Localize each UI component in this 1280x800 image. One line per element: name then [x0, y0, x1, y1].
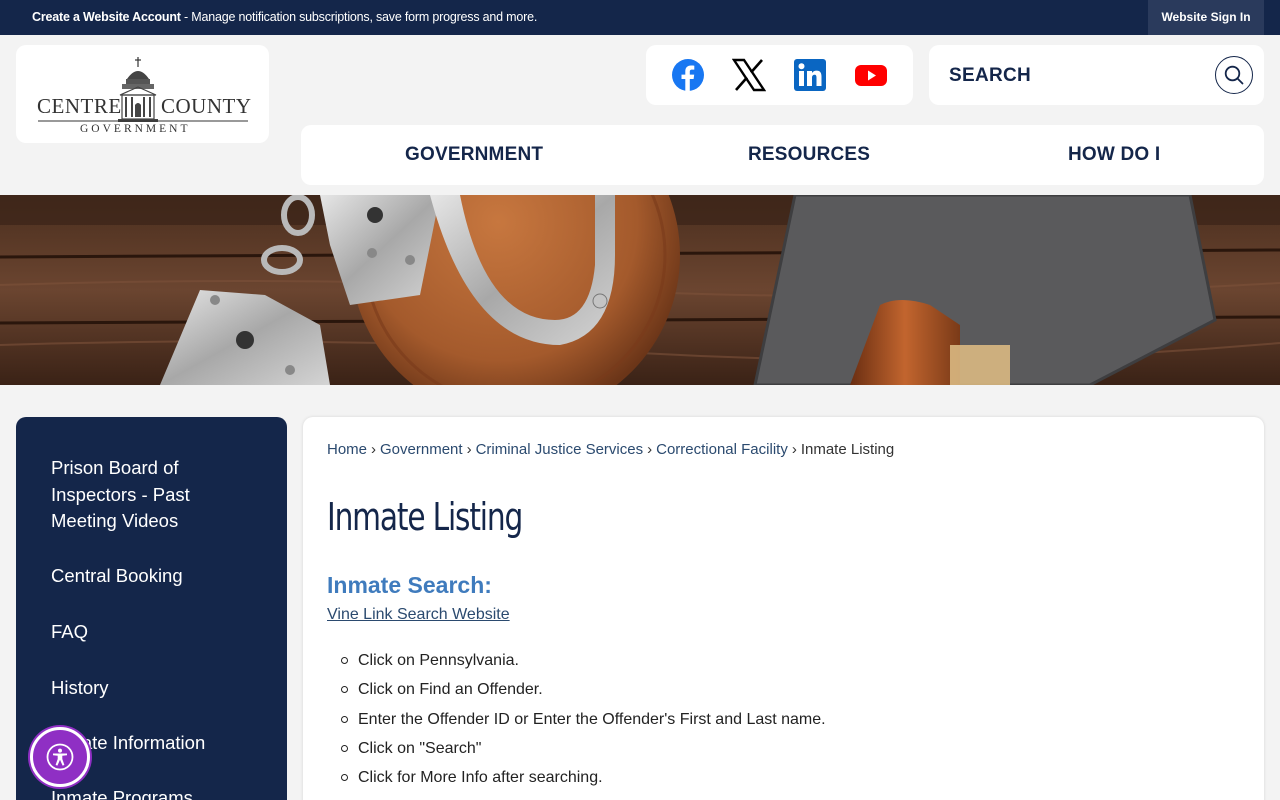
breadcrumb-separator-3: › — [647, 441, 653, 458]
breadcrumb-government[interactable]: Government — [380, 441, 463, 458]
breadcrumb-correctional-facility[interactable]: Correctional Facility — [656, 441, 788, 458]
linkedin-icon[interactable] — [793, 58, 827, 92]
website-sign-in-button[interactable]: Website Sign In — [1148, 0, 1264, 35]
list-item: Enter the Offender ID or Enter the Offen… — [341, 710, 826, 739]
site-logo[interactable]: CENTRE COUNTY GOVERNMENT — [16, 45, 269, 143]
account-message: Create a Website Account - Manage notifi… — [32, 10, 537, 24]
search-button[interactable] — [1215, 56, 1253, 94]
courthouse-logo-icon: CENTRE COUNTY GOVERNMENT — [37, 57, 252, 135]
list-item: Click on Pennsylvania. — [341, 651, 826, 680]
handcuffs-gavel-image — [0, 195, 1280, 385]
logo-name-left: CENTRE — [37, 94, 122, 118]
page-title: Inmate Listing — [327, 495, 523, 539]
facebook-icon[interactable] — [671, 58, 705, 92]
search-input[interactable]: SEARCH — [949, 65, 1031, 87]
list-item: Click on "Search" — [341, 739, 826, 768]
sidebar-item-history[interactable]: History — [51, 675, 251, 702]
nav-item-how-do-i[interactable]: HOW DO I — [1068, 144, 1160, 166]
main-content: Home › Government › Criminal Justice Service… — [303, 417, 1264, 800]
search-steps-list: Click on Pennsylvania. Click on Find an … — [341, 651, 826, 797]
hero-banner-image — [0, 195, 1280, 385]
breadcrumb-current: Inmate Listing — [800, 441, 895, 458]
x-icon[interactable] — [732, 58, 766, 92]
youtube-icon[interactable] — [854, 58, 888, 92]
sidebar-item-central-booking[interactable]: Central Booking — [51, 563, 251, 590]
nav-item-resources[interactable]: RESOURCES — [748, 144, 870, 166]
account-message-text: - Manage notification subscriptions, sav… — [180, 10, 538, 24]
create-account-link[interactable]: Create a Website Account — [32, 10, 181, 24]
main-navigation: GOVERNMENT RESOURCES HOW DO I — [301, 125, 1264, 185]
logo-subtitle: GOVERNMENT — [80, 123, 191, 135]
list-item: Click for More Info after searching. — [341, 768, 826, 797]
social-links — [646, 45, 913, 105]
nav-item-government[interactable]: GOVERNMENT — [405, 144, 543, 166]
sidebar-item-prison-board[interactable]: Prison Board of Inspectors - Past Meetin… — [51, 455, 251, 535]
sidebar-item-faq[interactable]: FAQ — [51, 619, 251, 646]
list-item: Click on Find an Offender. — [341, 680, 826, 709]
logo-name-right: COUNTY — [161, 94, 252, 118]
vine-link-search-link[interactable]: Vine Link Search Website — [327, 606, 510, 624]
breadcrumb-home[interactable]: Home — [327, 441, 367, 458]
inmate-search-heading: Inmate Search: — [327, 572, 492, 598]
search-bar[interactable]: SEARCH — [929, 45, 1264, 105]
breadcrumb-separator-4: › — [791, 441, 797, 458]
breadcrumb: Home › Government › Criminal Justice Service… — [327, 441, 894, 458]
breadcrumb-separator-2: › — [466, 441, 472, 458]
search-icon — [1224, 65, 1244, 85]
breadcrumb-separator-1: › — [371, 441, 377, 458]
breadcrumb-criminal-justice-services[interactable]: Criminal Justice Services — [476, 441, 644, 458]
accessibility-button[interactable] — [30, 727, 90, 787]
sidebar-item-inmate-programs[interactable]: Inmate Programs — [51, 785, 251, 800]
accessibility-icon — [46, 743, 74, 771]
top-notification-bar: Create a Website Account - Manage notifi… — [0, 0, 1280, 35]
